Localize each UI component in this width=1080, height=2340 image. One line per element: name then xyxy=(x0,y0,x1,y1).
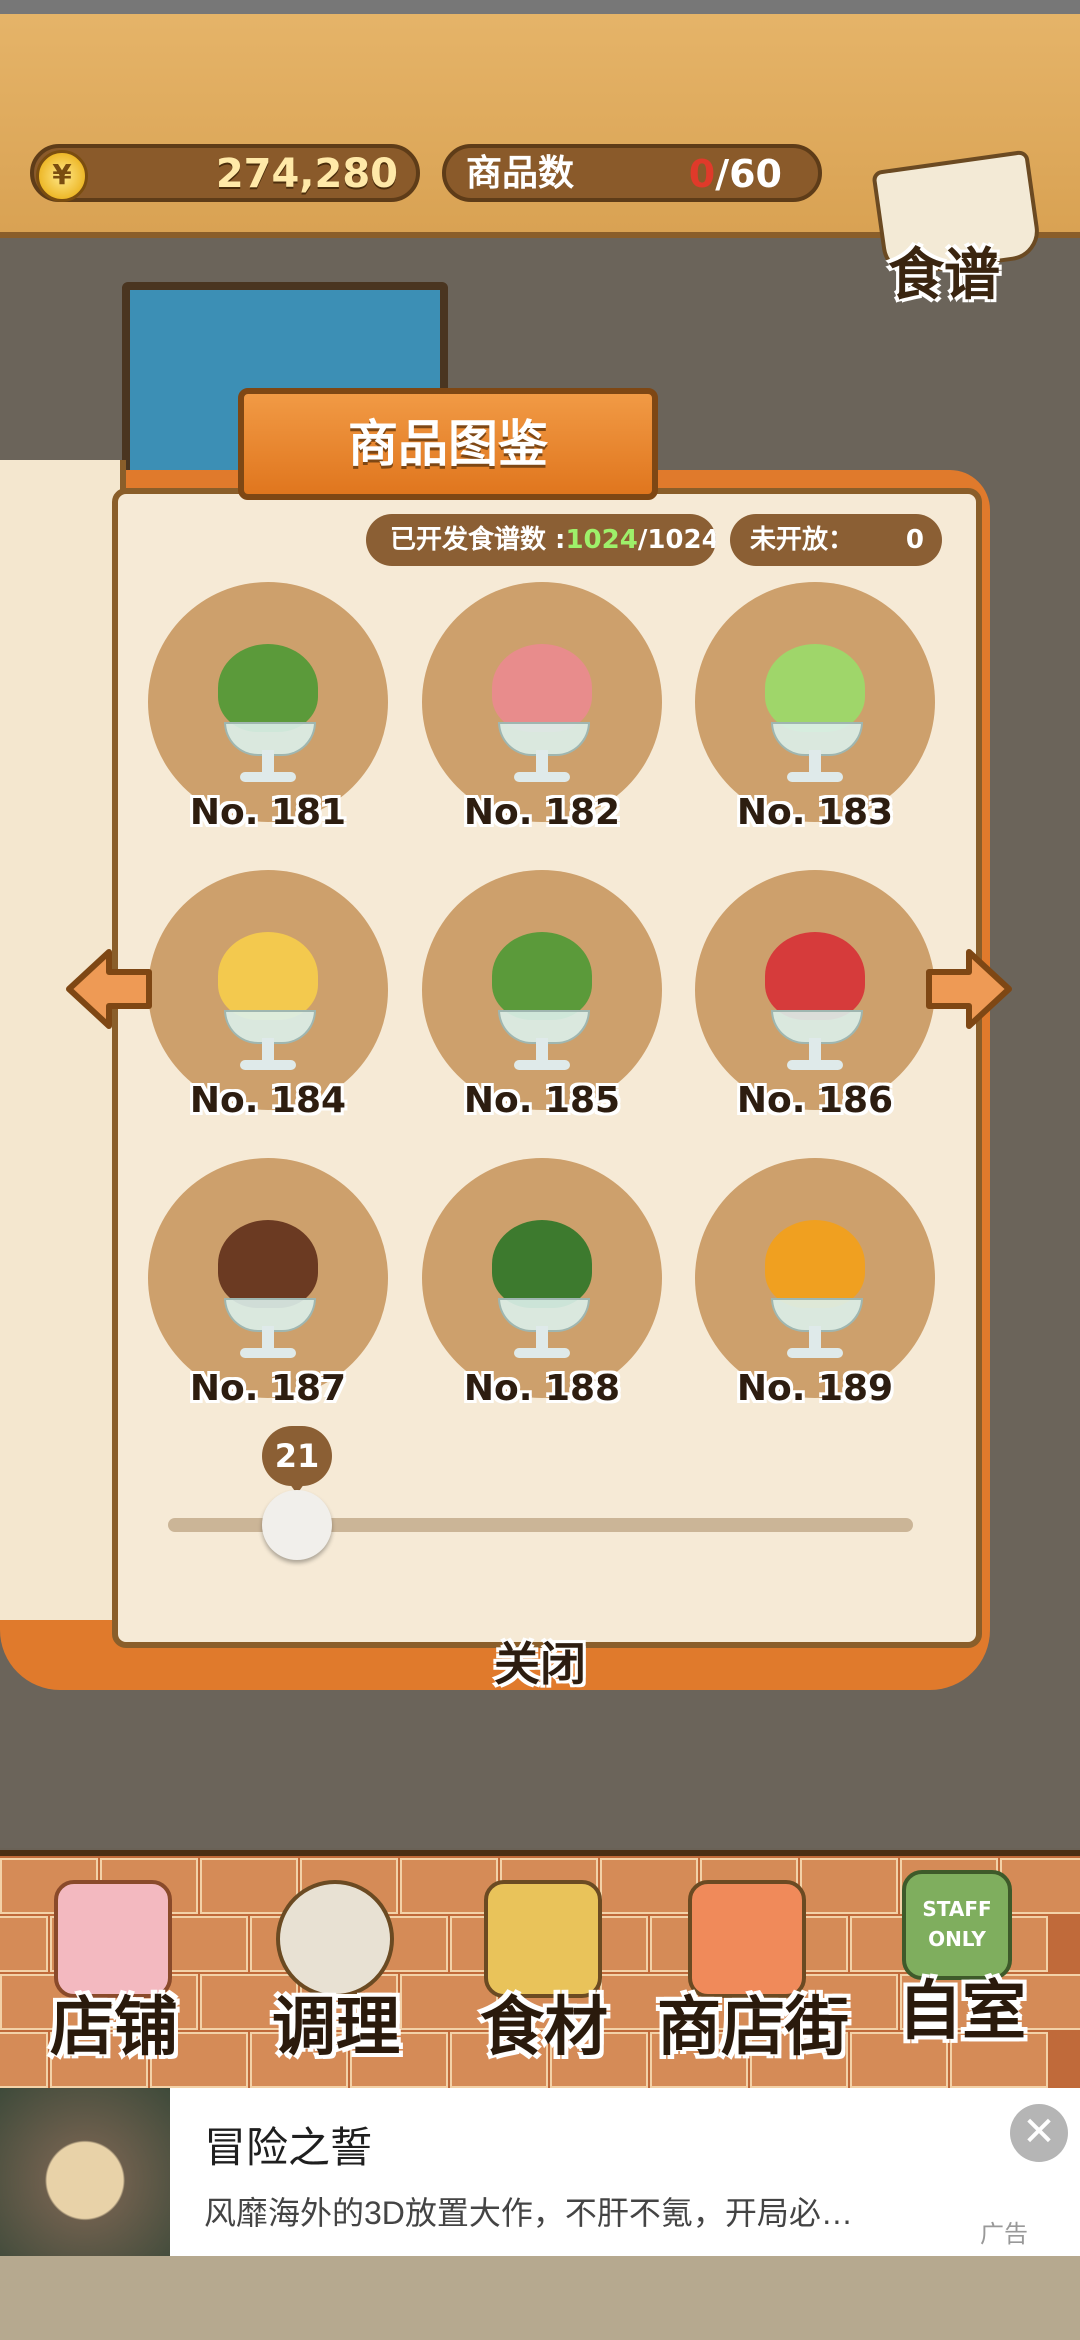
product-number-label: No. 186 xyxy=(736,1080,894,1121)
dessert-icon xyxy=(492,932,592,1020)
product-count-value: 0/60 xyxy=(688,152,782,196)
cup-stem xyxy=(262,750,274,774)
next-page-button[interactable] xyxy=(924,944,1014,1034)
slider-value-bubble: 21 xyxy=(262,1426,332,1486)
nav-home-label: 自室 xyxy=(898,1975,1026,2049)
product-count-label: 商品数 xyxy=(466,153,575,194)
ad-close-button[interactable]: ✕ xyxy=(1010,2104,1068,2162)
dessert-icon xyxy=(765,644,865,732)
cup-stem xyxy=(536,750,548,774)
product-count-display: 商品数 0/60 xyxy=(442,144,822,202)
nav-shop-label: 店铺 xyxy=(50,1991,178,2065)
cup-base xyxy=(240,1348,296,1358)
ad-title: 冒险之誓 xyxy=(204,2124,373,2171)
money-display: ¥ 274,280 xyxy=(30,144,420,202)
ad-description: 风靡海外的3D放置大作，不肝不氪，开局必… xyxy=(204,2195,853,2231)
product-item[interactable]: No. 182 xyxy=(422,582,672,833)
cup-base xyxy=(514,1348,570,1358)
dessert-icon xyxy=(218,932,318,1020)
product-number-label: No. 183 xyxy=(736,792,894,833)
unopened-badge: 未开放： 0 xyxy=(730,514,942,566)
cup-stem xyxy=(262,1038,274,1062)
cup-base xyxy=(514,1060,570,1070)
product-item[interactable]: No. 188 xyxy=(422,1158,672,1409)
nav-cook[interactable]: 调理 xyxy=(236,1870,436,2080)
product-item[interactable]: No. 181 xyxy=(148,582,398,833)
cup-stem xyxy=(809,750,821,774)
close-button[interactable]: 关闭 xyxy=(440,1628,640,1694)
dessert-icon xyxy=(765,1220,865,1308)
cup-base xyxy=(240,772,296,782)
product-item[interactable]: No. 186 xyxy=(695,870,945,1121)
dessert-icon xyxy=(492,644,592,732)
product-number-label: No. 184 xyxy=(189,1080,347,1121)
recipe-button[interactable]: 食谱 xyxy=(868,140,1043,310)
arrow-left-icon xyxy=(66,949,152,1029)
cup-stem xyxy=(809,1326,821,1350)
product-number-label: No. 188 xyxy=(463,1368,621,1409)
product-item[interactable]: No. 184 xyxy=(148,870,398,1121)
product-item[interactable]: No. 183 xyxy=(695,582,945,833)
nav-cook-label: 调理 xyxy=(272,1991,400,2065)
nav-ingredients-label: 食材 xyxy=(480,1991,608,2065)
dessert-icon xyxy=(765,932,865,1020)
product-item[interactable]: No. 189 xyxy=(695,1158,945,1409)
ad-thumbnail xyxy=(0,2088,170,2256)
page-slider-thumb[interactable] xyxy=(262,1490,332,1560)
nav-street-label: 商店街 xyxy=(657,1991,849,2065)
cup-base xyxy=(787,772,843,782)
money-value: 274,280 xyxy=(215,151,398,197)
ad-tag: 广告 xyxy=(980,2220,1028,2248)
catalog-title: 商品图鉴 xyxy=(348,415,548,473)
arrow-right-icon xyxy=(926,949,1012,1029)
bottom-strip xyxy=(0,2256,1080,2340)
cup-base xyxy=(787,1060,843,1070)
developed-recipes-badge: 已开发食谱数 :1024/1024 xyxy=(366,514,716,566)
product-number-label: No. 189 xyxy=(736,1368,894,1409)
cup-stem xyxy=(809,1038,821,1062)
cup-base xyxy=(514,772,570,782)
coin-icon: ¥ xyxy=(36,150,88,202)
product-number-label: No. 187 xyxy=(189,1368,347,1409)
nav-shop[interactable]: 店铺 xyxy=(14,1870,214,2080)
dessert-icon xyxy=(218,644,318,732)
dessert-icon xyxy=(492,1220,592,1308)
book-left-page xyxy=(0,460,126,1620)
prev-page-button[interactable] xyxy=(64,944,154,1034)
product-number-label: No. 185 xyxy=(463,1080,621,1121)
recipe-label: 食谱 xyxy=(888,243,1000,308)
cup-stem xyxy=(536,1326,548,1350)
product-item[interactable]: No. 187 xyxy=(148,1158,398,1409)
dessert-icon xyxy=(218,1220,318,1308)
nav-home[interactable]: STAFF ONLY 自室 xyxy=(862,1870,1062,2080)
cup-base xyxy=(787,1348,843,1358)
ad-banner[interactable]: 冒险之誓 风靡海外的3D放置大作，不肝不氪，开局必… ✕ 广告 xyxy=(0,2088,1080,2256)
product-item[interactable]: No. 185 xyxy=(422,870,672,1121)
nav-ingredients[interactable]: 食材 xyxy=(444,1870,644,2080)
cup-base xyxy=(240,1060,296,1070)
cup-stem xyxy=(536,1038,548,1062)
status-strip xyxy=(0,0,1080,14)
product-number-label: No. 181 xyxy=(189,792,347,833)
nav-street[interactable]: 商店街 xyxy=(648,1870,858,2080)
catalog-title-tab: 商品图鉴 xyxy=(238,388,658,500)
product-number-label: No. 182 xyxy=(463,792,621,833)
cup-stem xyxy=(262,1326,274,1350)
